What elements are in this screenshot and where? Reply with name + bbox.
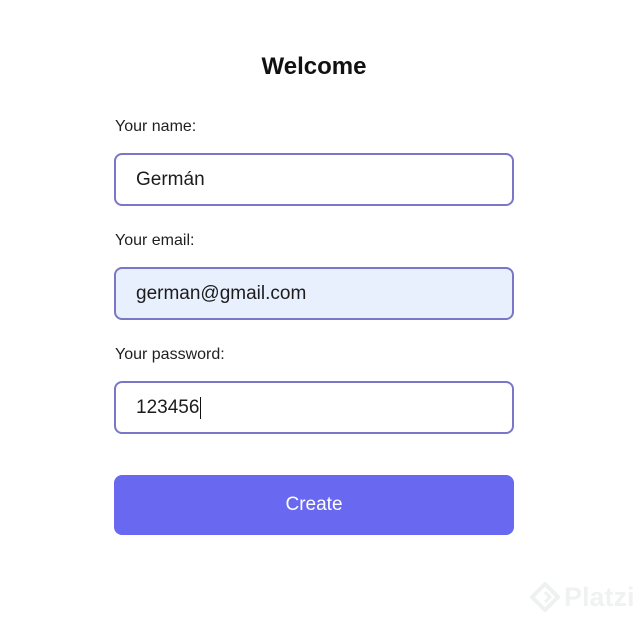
name-field-value: Germán	[136, 168, 205, 190]
create-button[interactable]: Create	[114, 475, 514, 535]
email-field[interactable]: german@gmail.com	[114, 267, 514, 320]
platzi-logo-icon	[530, 582, 560, 612]
email-label: Your email:	[115, 232, 195, 249]
name-label: Your name:	[115, 118, 197, 135]
password-label: Your password:	[115, 346, 225, 363]
create-account-form: Welcome Your name: Germán Your email: ge…	[0, 0, 643, 624]
email-field-value: german@gmail.com	[136, 282, 307, 304]
name-field[interactable]: Germán	[114, 153, 514, 206]
text-cursor	[200, 396, 202, 419]
password-field-value: 123456	[136, 396, 200, 418]
platzi-watermark: Platzi	[530, 582, 635, 612]
password-field[interactable]: 123456	[114, 381, 514, 434]
watermark-text: Platzi	[564, 582, 635, 612]
form-title: Welcome	[261, 53, 367, 80]
